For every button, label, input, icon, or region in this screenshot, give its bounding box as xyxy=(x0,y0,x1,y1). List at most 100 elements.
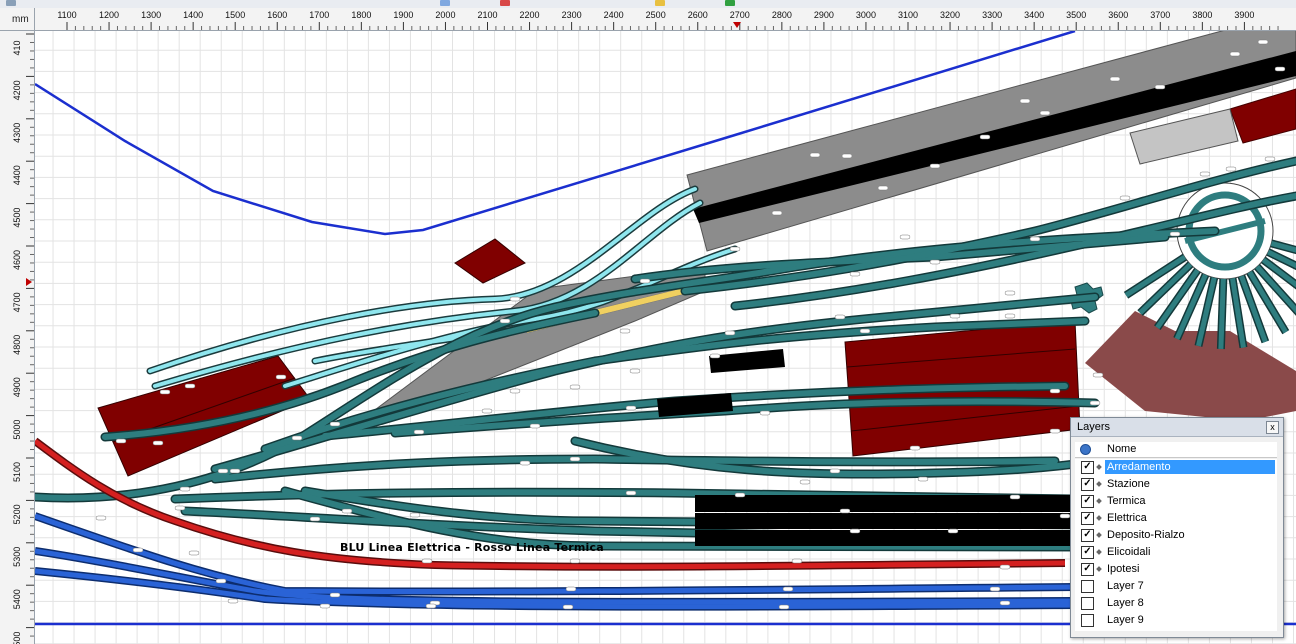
layer-row[interactable]: ✓ Arredamento xyxy=(1075,459,1277,475)
ruler-label: 5000 xyxy=(12,420,22,440)
ruler-unit: mm xyxy=(12,14,29,25)
ruler-label: 4700 xyxy=(12,292,22,312)
ruler-label: 3500 xyxy=(1066,10,1086,20)
layer-diamond-icon xyxy=(1096,566,1102,572)
layer-visibility-checkbox[interactable] xyxy=(1081,614,1094,627)
tool-icon[interactable] xyxy=(6,0,16,6)
ruler-left: 410 4200 4300 4400 4500 4600 4700 4800 4900 5000 5… xyxy=(0,31,35,644)
layer-row[interactable]: Layer 9 xyxy=(1075,612,1277,628)
layer-diamond-icon xyxy=(1096,532,1102,538)
layers-column-header: Nome xyxy=(1075,442,1277,458)
tool-icon[interactable] xyxy=(440,0,450,6)
ruler-label: 2200 xyxy=(520,10,540,20)
ruler-label: 1300 xyxy=(141,10,161,20)
layer-visibility-checkbox[interactable]: ✓ xyxy=(1081,495,1094,508)
layer-visibility-checkbox[interactable]: ✓ xyxy=(1081,478,1094,491)
ruler-label: 1900 xyxy=(393,10,413,20)
layer-name[interactable]: Ipotesi xyxy=(1105,562,1275,576)
layer-name[interactable]: Stazione xyxy=(1105,477,1275,491)
layer-visibility-checkbox[interactable]: ✓ xyxy=(1081,461,1094,474)
visibility-icon xyxy=(1080,444,1091,455)
layer-diamond-icon xyxy=(1096,481,1102,487)
layout-annotation: BLU Linea Elettrica - Rosso Linea Termic… xyxy=(340,541,604,554)
ruler-label: 5300 xyxy=(12,547,22,567)
ruler-label: 5400 xyxy=(12,589,22,609)
ruler-label: 1400 xyxy=(183,10,203,20)
ruler-label: 3400 xyxy=(1024,10,1044,20)
ruler-label: 3900 xyxy=(1234,10,1254,20)
ruler-label: 1800 xyxy=(351,10,371,20)
ruler-label: 1500 xyxy=(225,10,245,20)
layer-visibility-checkbox[interactable]: ✓ xyxy=(1081,529,1094,542)
layer-name[interactable]: Layer 9 xyxy=(1105,613,1275,627)
ruler-marker xyxy=(26,278,32,286)
ruler-label: 5100 xyxy=(12,462,22,482)
layers-titlebar[interactable]: Layers x xyxy=(1071,418,1283,437)
layer-row[interactable]: ✓ Elicoidali xyxy=(1075,544,1277,560)
layer-row[interactable]: ✓ Stazione xyxy=(1075,476,1277,492)
ruler-label: 1700 xyxy=(309,10,329,20)
close-button[interactable]: x xyxy=(1266,421,1279,434)
layer-row[interactable]: Layer 8 xyxy=(1075,595,1277,611)
ruler-label: 4500 xyxy=(12,208,22,228)
layer-diamond-icon xyxy=(1096,549,1102,555)
ruler-label: 4800 xyxy=(12,335,22,355)
layer-name[interactable]: Elettrica xyxy=(1105,511,1275,525)
ruler-label: 2100 xyxy=(477,10,497,20)
layer-row[interactable]: ✓ Ipotesi xyxy=(1075,561,1277,577)
ruler-label: 3300 xyxy=(982,10,1002,20)
layer-name[interactable]: Deposito-Rialzo xyxy=(1105,528,1275,542)
ruler-label: 1200 xyxy=(99,10,119,20)
layer-name[interactable]: Layer 8 xyxy=(1105,596,1275,610)
layers-panel[interactable]: Layers x Nome ✓ Arredamento ✓ Stazione ✓… xyxy=(1070,417,1284,638)
layer-name[interactable]: Layer 7 xyxy=(1105,579,1275,593)
ruler-label: 4600 xyxy=(12,250,22,270)
layer-name[interactable]: Arredamento xyxy=(1105,460,1275,474)
ruler-label: 3000 xyxy=(856,10,876,20)
ruler-label: 2000 xyxy=(435,10,455,20)
layers-list: ✓ Arredamento ✓ Stazione ✓ Termica ✓ Ele… xyxy=(1075,459,1277,631)
ruler-label: 5200 xyxy=(12,504,22,524)
layers-name-header[interactable]: Nome xyxy=(1107,443,1136,455)
layer-visibility-checkbox[interactable] xyxy=(1081,580,1094,593)
ruler-label: 2800 xyxy=(772,10,792,20)
ruler-label: 4300 xyxy=(12,123,22,143)
ruler-label: 5500 xyxy=(12,632,22,644)
layer-visibility-checkbox[interactable]: ✓ xyxy=(1081,546,1094,559)
layer-visibility-checkbox[interactable] xyxy=(1081,597,1094,610)
layer-diamond-icon xyxy=(1096,515,1102,521)
layer-visibility-checkbox[interactable]: ✓ xyxy=(1081,563,1094,576)
layer-diamond-icon xyxy=(1096,464,1102,470)
layer-row[interactable]: Layer 7 xyxy=(1075,578,1277,594)
ruler-label: 3800 xyxy=(1192,10,1212,20)
layer-visibility-checkbox[interactable]: ✓ xyxy=(1081,512,1094,525)
ruler-label: 2300 xyxy=(562,10,582,20)
tool-icon[interactable] xyxy=(500,0,510,6)
layer-row[interactable]: ✓ Elettrica xyxy=(1075,510,1277,526)
ruler-top: 1100 1200 1300 1400 1500 1600 1700 1800 1900 2000… xyxy=(35,8,1296,31)
ruler-label: 2500 xyxy=(646,10,666,20)
ruler-label: 1600 xyxy=(267,10,287,20)
ruler-label: 3100 xyxy=(898,10,918,20)
ruler-label: 4400 xyxy=(12,165,22,185)
ruler-label: 4200 xyxy=(12,80,22,100)
tool-icon[interactable] xyxy=(725,0,735,6)
ruler-corner: mm xyxy=(0,8,35,31)
small-building[interactable] xyxy=(454,238,526,284)
ruler-label: 3700 xyxy=(1150,10,1170,20)
layers-title: Layers xyxy=(1077,421,1111,433)
ruler-label: 2700 xyxy=(730,10,750,20)
layer-row[interactable]: ✓ Termica xyxy=(1075,493,1277,509)
ruler-label: 2400 xyxy=(604,10,624,20)
layer-name[interactable]: Elicoidali xyxy=(1105,545,1275,559)
ruler-label: 3200 xyxy=(940,10,960,20)
tool-icon[interactable] xyxy=(655,0,665,6)
ruler-label: 2900 xyxy=(814,10,834,20)
layer-diamond-icon xyxy=(1096,498,1102,504)
layer-name[interactable]: Termica xyxy=(1105,494,1275,508)
ruler-label: 4900 xyxy=(12,377,22,397)
ruler-label: 1100 xyxy=(57,10,76,20)
layer-row[interactable]: ✓ Deposito-Rialzo xyxy=(1075,527,1277,543)
ruler-label: 3600 xyxy=(1108,10,1128,20)
ruler-label: 410 xyxy=(12,40,22,55)
